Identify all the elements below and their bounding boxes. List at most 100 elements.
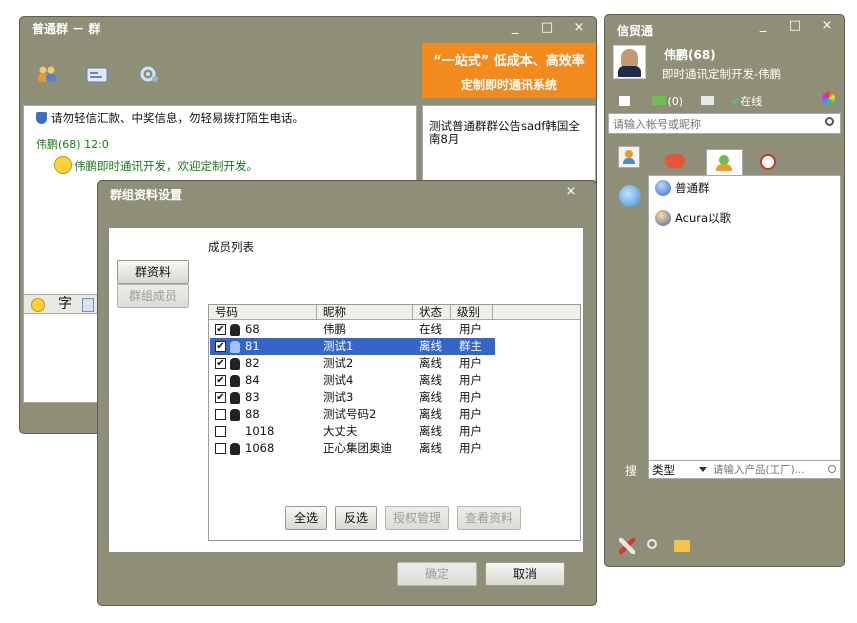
column-header-level[interactable]: 级别 [451,305,493,320]
member-checkbox[interactable]: ✔ [215,392,226,403]
maximize-icon[interactable]: □ [540,19,554,37]
table-row[interactable]: ✔ 83 测试3 离线 用户 [210,389,495,406]
group-notice: 测试普通群群公告sadf韩国全南8月 [422,105,596,181]
user-name: 伟鹏(68) [664,48,716,62]
table-row[interactable]: 1018 大丈夫 离线 用户 [210,423,495,440]
search-icon[interactable] [828,465,836,473]
group-item-0[interactable]: 普通群 [655,180,710,198]
home-icon[interactable] [619,96,630,106]
smiley-icon [54,156,72,174]
mail-count: (0) [667,95,684,108]
table-row[interactable]: ✔ 84 测试4 离线 用户 [210,372,495,389]
member-nickname: 伟鹏 [323,322,346,336]
member-id: 1068 [245,441,275,455]
table-row[interactable]: ✔ 68 伟鹏 在线 用户 [210,321,495,338]
member-status: 在线 [419,322,442,336]
member-checkbox[interactable] [215,426,226,437]
dialog-controls: × [564,183,578,201]
group-item-1[interactable]: Acura以歌 [655,210,731,228]
member-status: 离线 [419,339,442,353]
chevron-down-icon[interactable] [699,467,707,472]
grant-admin-button[interactable]: 授权管理 [385,506,449,530]
close-icon[interactable]: × [564,183,578,201]
skin-icon[interactable] [822,92,835,105]
chat-window-controls: _ □ × [508,19,586,37]
minimize-icon[interactable]: _ [756,17,770,35]
contact-search-input[interactable] [611,115,815,133]
member-status: 离线 [419,407,442,421]
tab-contacts[interactable] [618,146,640,168]
group-app-icon[interactable] [619,185,641,207]
member-level: 用户 [459,322,482,336]
members-icon[interactable] [36,65,58,83]
avatar[interactable] [613,45,646,79]
minimize-icon[interactable]: _ [508,19,522,37]
tools-icon[interactable] [619,538,635,554]
maximize-icon[interactable]: □ [788,17,802,35]
member-checkbox[interactable]: ✔ [215,358,226,369]
ok-button[interactable]: 确定 [397,562,477,586]
member-avatar-icon [230,409,240,421]
table-row[interactable]: 88 测试号码2 离线 用户 [210,406,495,423]
product-search-input[interactable] [711,462,827,478]
group-info-button[interactable]: 群资料 [117,260,189,284]
ad-banner[interactable]: “一站式” 低成本、高效率 定制即时通讯系统 [422,43,596,98]
message-text: 伟鹏即时通讯开发，欢迎定制开发。 [74,159,258,173]
member-checkbox[interactable]: ✔ [215,324,226,335]
contact-window-controls: _ □ × [756,17,834,35]
close-icon[interactable]: × [572,19,586,37]
table-row[interactable]: 1068 正心集团奥迪 离线 用户 [210,440,495,457]
product-search-label: 搜 [625,464,638,478]
member-checkbox[interactable] [215,443,226,454]
type-select[interactable]: 类型 [652,462,675,478]
group-members-button[interactable]: 群组成员 [117,284,189,308]
column-header-id[interactable]: 号码 [209,305,317,320]
group-icon [655,210,671,226]
member-level: 群主 [459,339,482,353]
tab-chat[interactable] [665,154,685,168]
message-box-icon[interactable] [674,540,690,552]
contact-window: 信贸通 _ □ × 伟鹏(68) 即时通讯定制开发-伟鹏 (0) ✔在线 普通群 [604,14,845,567]
view-profile-button[interactable]: 查看资料 [457,506,521,530]
mail-icon[interactable] [651,96,666,105]
group-name: Acura以歌 [675,211,732,225]
member-avatar-icon [230,443,240,455]
close-icon[interactable]: × [820,17,834,35]
product-search-bar: 类型 [648,460,841,479]
member-id: 83 [245,390,260,404]
search-icon[interactable] [825,117,834,126]
select-all-button[interactable]: 全选 [285,506,327,530]
group-list: 普通群 Acura以歌 [648,175,841,467]
invert-selection-button[interactable]: 反选 [335,506,377,530]
column-header-nickname[interactable]: 昵称 [317,305,413,320]
tab-recent[interactable] [760,154,776,170]
screenshot-icon[interactable] [82,298,94,312]
table-row[interactable]: ✔ 81 测试1 离线 群主 [210,338,495,355]
member-level: 用户 [459,390,482,404]
security-warning: 请勿轻信汇款、中奖信息，勿轻易拨打陌生电话。 [51,111,304,125]
emoji-icon[interactable] [31,298,45,312]
member-checkbox[interactable]: ✔ [215,341,226,352]
search-icon[interactable] [647,539,657,549]
profile-card-icon[interactable] [700,96,714,105]
member-nickname: 大丈夫 [323,424,358,438]
column-header-status[interactable]: 状态 [413,305,451,320]
group-name: 普通群 [675,181,710,195]
member-avatar-icon [230,375,240,387]
status-online-icon[interactable]: ✔ [731,95,740,108]
member-avatar-icon [230,341,240,353]
table-row[interactable]: ✔ 82 测试2 离线 用户 [210,355,495,372]
member-avatar-icon [230,324,240,336]
member-checkbox[interactable] [215,409,226,420]
group-settings-icon[interactable] [138,65,160,83]
tab-groups[interactable] [706,149,743,175]
member-level: 用户 [459,407,482,421]
contact-search-box[interactable] [608,113,841,134]
user-signature[interactable]: 即时通讯定制开发-伟鹏 [662,66,781,82]
card-icon[interactable] [86,66,108,84]
member-id: 84 [245,373,260,387]
status-label[interactable]: 在线 [740,95,762,108]
font-button[interactable]: 字 [58,296,72,312]
member-checkbox[interactable]: ✔ [215,375,226,386]
cancel-button[interactable]: 取消 [485,562,565,586]
